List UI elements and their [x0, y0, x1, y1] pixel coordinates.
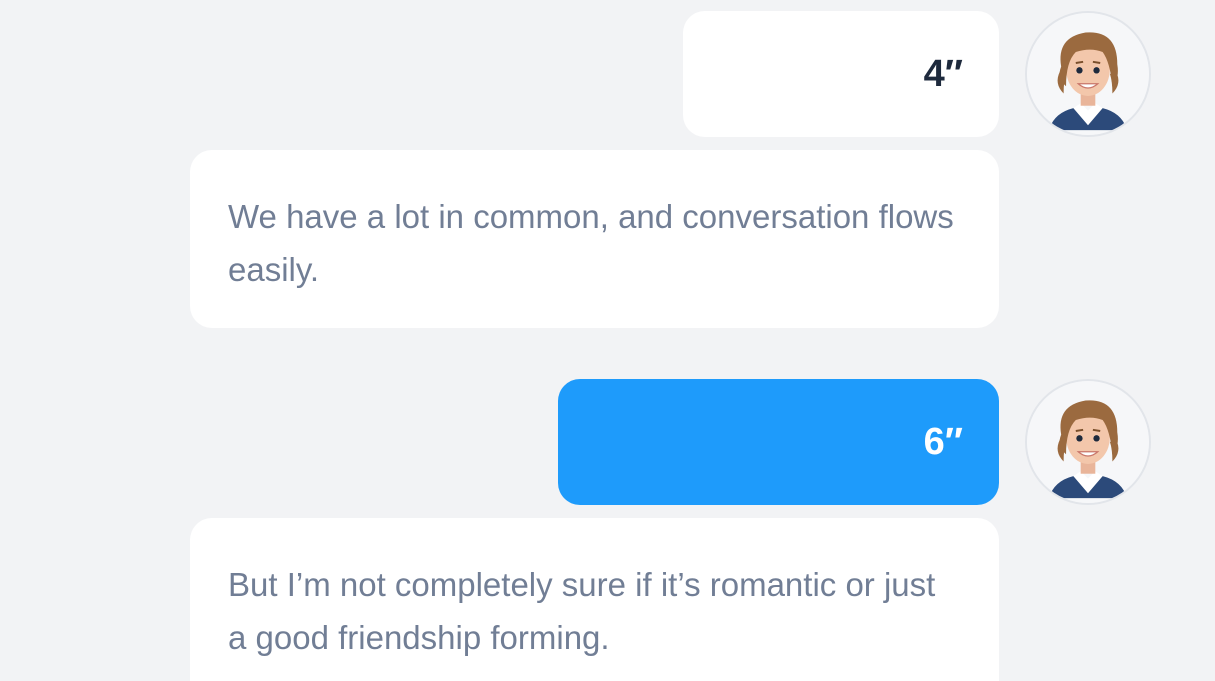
answer-option-label: 4″ [923, 52, 963, 95]
message-bubble: We have a lot in common, and conversatio… [190, 150, 999, 328]
message-text: We have a lot in common, and conversatio… [228, 198, 954, 288]
user-avatar-icon [1025, 379, 1151, 505]
answer-option-label: 6″ [923, 420, 963, 463]
message-text: But I’m not completely sure if it’s roma… [228, 566, 936, 656]
chat-thread: 4″ We have a lot in common, and conversa… [0, 0, 1215, 681]
answer-option-bubble[interactable]: 4″ [683, 11, 999, 137]
user-avatar-icon [1025, 11, 1151, 137]
selected-answer-option-bubble[interactable]: 6″ [558, 379, 999, 505]
message-bubble: But I’m not completely sure if it’s roma… [190, 518, 999, 681]
